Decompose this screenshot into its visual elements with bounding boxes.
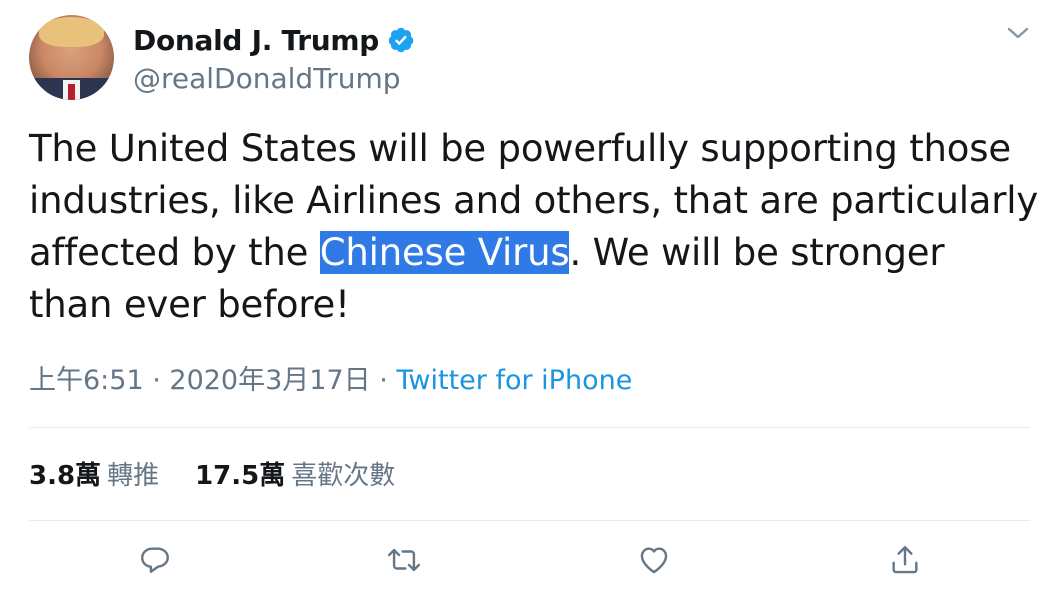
share-icon[interactable]	[885, 540, 925, 580]
tweet-text-highlight: Chinese Virus	[319, 231, 570, 274]
likes-count: 17.5萬	[195, 461, 286, 491]
tweet-source-link[interactable]: Twitter for iPhone	[396, 365, 632, 396]
action-bar	[0, 540, 1060, 590]
user-handle[interactable]: @realDonaldTrump	[133, 62, 401, 95]
display-name[interactable]: Donald J. Trump	[133, 24, 379, 57]
tweet-card: Donald J. Trump @realDonaldTrump The Uni…	[0, 0, 1060, 596]
retweets-stat[interactable]: 3.8萬 轉推	[29, 455, 159, 492]
avatar[interactable]	[29, 15, 114, 100]
meta-separator-2: ·	[370, 365, 397, 396]
divider	[29, 520, 1030, 521]
likes-label: 喜歡次數	[291, 461, 396, 491]
verified-badge-icon	[387, 26, 415, 54]
tweet-time[interactable]: 上午6:51	[29, 365, 144, 396]
meta-separator: ·	[143, 365, 170, 396]
retweet-icon[interactable]	[384, 540, 424, 580]
tweet-date[interactable]: 2020年3月17日	[169, 365, 370, 396]
retweets-count: 3.8萬	[29, 461, 102, 491]
avatar-hair	[39, 17, 104, 47]
avatar-tie	[68, 84, 75, 100]
tweet-stats: 3.8萬 轉推 17.5萬 喜歡次數	[29, 455, 431, 492]
tweet-text: The United States will be powerfully sup…	[29, 123, 1039, 331]
heart-icon[interactable]	[634, 540, 674, 580]
likes-stat[interactable]: 17.5萬 喜歡次數	[195, 455, 395, 492]
tweet-meta: 上午6:51 · 2020年3月17日 · Twitter for iPhone	[29, 358, 632, 397]
reply-icon[interactable]	[135, 540, 175, 580]
divider	[29, 427, 1030, 428]
retweets-label: 轉推	[107, 461, 160, 491]
author-name-row[interactable]: Donald J. Trump	[133, 20, 415, 60]
chevron-down-icon[interactable]	[1004, 22, 1032, 44]
